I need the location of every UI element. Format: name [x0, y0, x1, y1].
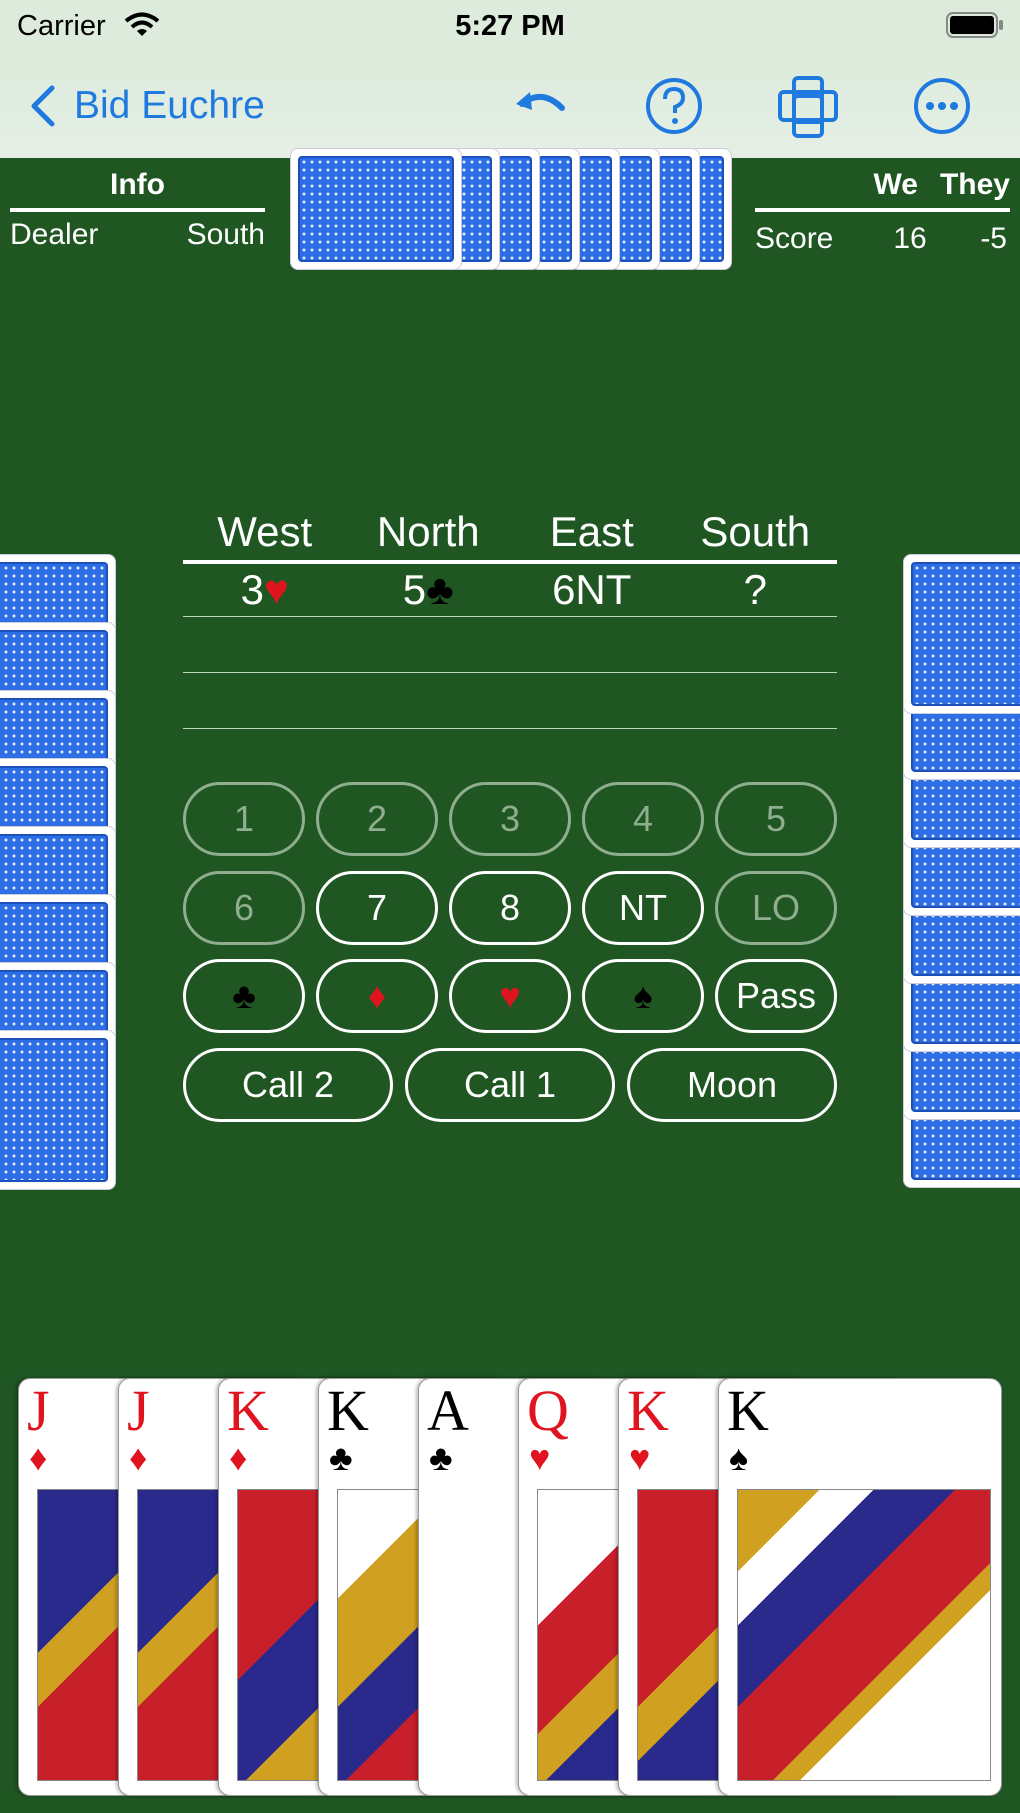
west-bid: 3♥: [183, 564, 347, 616]
east-bid: 6NT: [552, 566, 632, 613]
moon-button[interactable]: Moon: [627, 1048, 837, 1122]
info-panel: Info Dealer South: [10, 168, 265, 252]
diamond-icon: ♦: [29, 1437, 48, 1478]
card-rank: J: [127, 1378, 150, 1443]
bidding-header: West North East South: [183, 508, 837, 564]
spade-icon: ♠: [729, 1437, 749, 1478]
dealer-label: Dealer: [10, 218, 99, 251]
undo-icon[interactable]: [508, 74, 572, 138]
more-icon[interactable]: [910, 74, 974, 138]
card-rank: K: [627, 1378, 669, 1443]
cards-icon[interactable]: [776, 74, 840, 138]
card-back: [290, 148, 462, 270]
navigation-bar: Bid Euchre: [0, 54, 1020, 158]
pass-button[interactable]: Pass: [715, 959, 837, 1033]
low-button[interactable]: LO: [715, 871, 837, 945]
south-header: South: [700, 508, 811, 555]
they-header: They: [939, 168, 1010, 201]
back-button[interactable]: Bid Euchre: [28, 78, 265, 134]
east-header: East: [549, 508, 634, 555]
we-score: 16: [893, 222, 927, 255]
bid-3-button[interactable]: 3: [449, 782, 571, 856]
heart-button[interactable]: ♥: [449, 959, 571, 1033]
card-rank: J: [27, 1378, 50, 1443]
no-trump-button[interactable]: NT: [582, 871, 704, 945]
north-bid: 5♣: [347, 564, 511, 616]
status-bar: Carrier 5:27 PM: [0, 0, 1020, 54]
call-2-button[interactable]: Call 2: [183, 1048, 393, 1122]
card-back: [0, 1030, 116, 1190]
bid-1-button[interactable]: 1: [183, 782, 305, 856]
chevron-left-icon: [31, 85, 55, 127]
card-rank: K: [227, 1378, 269, 1443]
north-header: North: [376, 508, 480, 555]
help-icon[interactable]: [642, 74, 706, 138]
bid-row: [183, 617, 837, 673]
bid-row: [183, 673, 837, 729]
bidding-table: West North East South 3♥ 5♣ 6NT ?: [183, 508, 837, 729]
card-king-of-spades[interactable]: K ♠: [718, 1378, 1002, 1796]
club-button[interactable]: ♣: [183, 959, 305, 1033]
battery-icon: [946, 12, 1003, 38]
card-rank: K: [327, 1378, 369, 1443]
diamond-icon: ♦: [129, 1437, 148, 1478]
spade-button[interactable]: ♠: [582, 959, 704, 1033]
we-header: We: [873, 168, 918, 201]
bid-7-button[interactable]: 7: [316, 871, 438, 945]
bid-4-button[interactable]: 4: [582, 782, 704, 856]
south-bid: ?: [743, 566, 767, 613]
they-score: -5: [980, 222, 1007, 255]
heart-icon: ♥: [629, 1437, 651, 1478]
score-label: Score: [755, 222, 834, 255]
card-face-art: [737, 1489, 991, 1781]
club-icon: ♣: [429, 1437, 453, 1478]
bid-2-button[interactable]: 2: [316, 782, 438, 856]
card-rank: K: [727, 1378, 769, 1443]
west-header: West: [217, 508, 313, 555]
club-icon: ♣: [329, 1437, 353, 1478]
card-back: [903, 554, 1020, 714]
back-label: Bid Euchre: [74, 84, 265, 127]
bid-6-button[interactable]: 6: [183, 871, 305, 945]
dealer-value: South: [186, 218, 265, 251]
bid-row: 3♥ 5♣ 6NT ?: [183, 564, 837, 617]
diamond-icon: ♦: [229, 1437, 248, 1478]
score-panel: We They Score 16 -5: [755, 168, 1010, 256]
heart-icon: ♥: [263, 566, 289, 613]
diamond-button[interactable]: ♦: [316, 959, 438, 1033]
heart-icon: ♥: [529, 1437, 551, 1478]
call-1-button[interactable]: Call 1: [405, 1048, 615, 1122]
club-icon: ♣: [426, 566, 454, 613]
north-bid-level: 5: [402, 566, 427, 613]
west-bid-level: 3: [240, 566, 264, 613]
clock: 5:27 PM: [455, 10, 565, 42]
bid-8-button[interactable]: 8: [449, 871, 571, 945]
bid-5-button[interactable]: 5: [715, 782, 837, 856]
card-rank: A: [427, 1378, 469, 1443]
card-rank: Q: [527, 1378, 569, 1443]
info-header: Info: [10, 168, 265, 212]
